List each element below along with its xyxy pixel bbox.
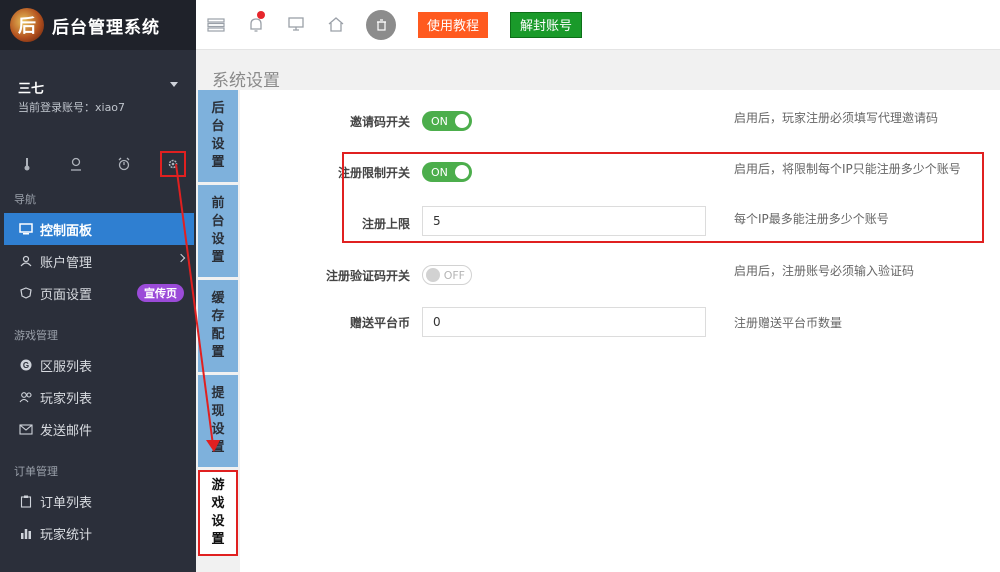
bonus-coins-hint: 注册赠送平台币数量 [734,316,843,330]
sidebar-item-label: 发送邮件 [40,423,93,439]
invite-code-hint: 启用后，玩家注册必须填写代理邀请码 [734,111,939,125]
sidebar-item-send-mail[interactable]: 发送邮件 [0,413,196,445]
chevron-down-icon[interactable] [170,82,178,87]
clipboard-icon [18,495,34,508]
sidebar-item-label: 订单列表 [40,495,93,511]
tab-game-settings[interactable]: 游戏设置 [198,470,238,556]
captcha-hint: 启用后，注册账号必须输入验证码 [734,264,915,278]
bonus-coins-row: 赠送平台币 0 [240,307,706,337]
top-bar: 使用教程 解封账号 [196,0,1000,50]
bonus-coins-label: 赠送平台币 [349,315,410,330]
page-title: 系统设置 [212,71,280,91]
sidebar-item-accounts[interactable]: 账户管理 [0,245,196,277]
game-section-title: 游戏管理 [14,329,58,342]
clear-cache-button[interactable] [366,9,396,40]
sidebar-item-label: 页面设置 [40,287,93,303]
monitor-icon [18,223,34,235]
sidebar-item-label: 玩家统计 [40,527,93,543]
sidebar-item-players[interactable]: 玩家列表 [0,381,196,413]
logo-bar: 后 后台管理系统 [0,0,196,50]
captcha-toggle[interactable]: OFF [422,265,472,285]
desktop-icon[interactable] [276,17,316,32]
nav-section-title: 导航 [14,193,36,206]
thermometer-icon[interactable] [14,151,40,177]
trash-icon [376,18,386,31]
sidebar-item-label: 账户管理 [40,255,93,271]
users-icon [18,391,34,403]
invite-code-row: 邀请码开关 ON [240,111,472,131]
tab-cache-config[interactable]: 缓存配置 [198,280,238,372]
tutorial-button[interactable]: 使用教程 [418,11,489,38]
sidebar: 后 后台管理系统 三七 当前登录账号：xiao7 导航 控制面板 账户管理 页面… [0,0,196,572]
invite-code-label: 邀请码开关 [349,114,410,129]
invite-code-toggle[interactable]: ON [422,111,472,131]
bonus-coins-input[interactable]: 0 [422,307,706,337]
location-icon[interactable] [63,151,89,177]
gear-icon[interactable] [159,151,186,177]
home-icon[interactable] [316,17,356,32]
promo-badge: 宣传页 [137,284,184,302]
shield-icon [18,287,34,299]
user-box[interactable]: 三七 当前登录账号：xiao7 [0,50,196,115]
captcha-label: 注册验证码开关 [325,268,410,283]
user-icon [18,255,34,267]
sidebar-item-label: 玩家列表 [40,391,93,407]
unban-account-button[interactable]: 解封账号 [510,11,583,38]
menu-toggle-icon[interactable] [196,17,236,32]
svg-text:G: G [23,361,29,370]
app-title: 后台管理系统 [52,17,160,38]
alarm-icon[interactable] [111,151,137,177]
sidebar-item-servers[interactable]: G 区服列表 [0,349,196,381]
bell-icon[interactable] [236,10,276,33]
sidebar-item-page-settings[interactable]: 页面设置 宣传页 [0,277,196,309]
tab-label: 前台设置 [211,196,225,265]
captcha-row: 注册验证码开关 OFF [240,265,472,285]
sidebar-item-label: 区服列表 [40,359,93,375]
chevron-right-icon [176,253,186,263]
tab-label: 提现设置 [211,386,225,455]
current-account: 当前登录账号：xiao7 [18,101,126,114]
logo-icon: 后 [10,8,44,42]
tab-label: 游戏设置 [211,478,225,547]
tab-label: 后台设置 [211,101,225,170]
tab-backend-settings[interactable]: 后台设置 [198,90,238,182]
sidebar-item-dashboard[interactable]: 控制面板 [4,213,194,245]
settings-tabs: 后台设置 前台设置 缓存配置 提现设置 游戏设置 [198,90,240,572]
sidebar-item-orders[interactable]: 订单列表 [0,485,196,517]
tab-withdraw-settings[interactable]: 提现设置 [198,375,238,467]
g-icon: G [18,359,34,371]
notification-dot [257,10,265,19]
sidebar-item-player-stats[interactable]: 玩家统计 [0,517,196,549]
tab-label: 缓存配置 [211,291,225,360]
quick-icons [0,115,196,187]
user-name: 三七 [18,82,45,97]
sidebar-item-label: 控制面板 [40,223,93,239]
mail-icon [18,423,34,435]
highlight-box [342,152,984,243]
bar-chart-icon [18,527,34,539]
order-section-title: 订单管理 [14,465,58,478]
tab-frontend-settings[interactable]: 前台设置 [198,185,238,277]
